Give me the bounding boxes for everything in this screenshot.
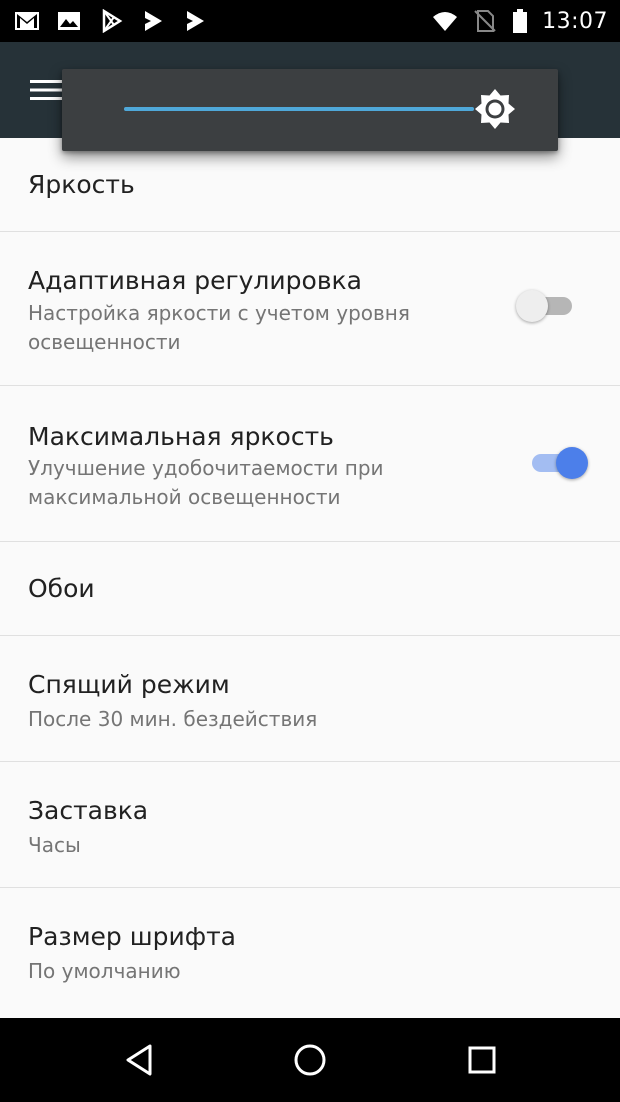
list-item-screensaver[interactable]: Заставка Часы	[0, 762, 620, 888]
recents-icon[interactable]	[462, 1040, 502, 1080]
font-size-subtitle: По умолчанию	[28, 959, 181, 983]
brightness-icon[interactable]	[474, 88, 516, 130]
list-item-sleep[interactable]: Спящий режим После 30 мин. бездействия	[0, 636, 620, 762]
sleep-subtitle: После 30 мин. бездействия	[28, 707, 318, 731]
list-item-max-brightness[interactable]: Максимальная яркость Улучшение удобочита…	[0, 386, 620, 542]
adaptive-brightness-subtitle: Настройка яркости с учетом уровня освеще…	[28, 301, 410, 354]
max-brightness-subtitle: Улучшение удобочитаемости при максимальн…	[28, 456, 384, 509]
clock: 13:07	[542, 8, 608, 34]
list-item-font-size[interactable]: Размер шрифта По умолчанию	[0, 888, 620, 1014]
brightness-title: Яркость	[28, 170, 135, 199]
wifi-icon	[432, 9, 458, 33]
play-movies-icon	[182, 9, 208, 33]
brightness-slider-fill	[124, 107, 474, 111]
system-icons: 13:07	[432, 9, 608, 34]
status-bar: 13:07	[0, 0, 620, 42]
play-movies-icon	[140, 9, 166, 33]
screensaver-subtitle: Часы	[28, 833, 81, 857]
list-item-adaptive-brightness[interactable]: Адаптивная регулировка Настройка яркости…	[0, 232, 620, 386]
adaptive-brightness-toggle[interactable]	[516, 285, 578, 325]
max-brightness-title: Максимальная яркость	[28, 422, 334, 451]
list-item-wallpaper[interactable]: Обои	[0, 542, 620, 636]
no-sim-icon	[472, 9, 498, 33]
navigation-bar	[0, 1018, 620, 1102]
gmail-icon	[14, 9, 40, 33]
play-store-icon	[98, 9, 124, 33]
toggle-thumb	[516, 290, 548, 322]
brightness-dialog	[62, 69, 558, 151]
screensaver-title: Заставка	[28, 796, 149, 825]
gallery-icon	[56, 9, 82, 33]
font-size-title: Размер шрифта	[28, 922, 236, 951]
back-icon[interactable]	[120, 1040, 160, 1080]
battery-icon	[512, 9, 528, 33]
home-icon[interactable]	[290, 1040, 330, 1080]
brightness-slider[interactable]	[124, 107, 474, 111]
display-settings-list: Яркость Адаптивная регулировка Настройка…	[0, 138, 620, 1014]
wallpaper-title: Обои	[28, 574, 95, 603]
max-brightness-toggle[interactable]	[526, 442, 588, 482]
hamburger-menu-icon[interactable]	[30, 78, 62, 102]
toggle-thumb	[556, 447, 588, 479]
sleep-title: Спящий режим	[28, 670, 230, 699]
notification-icons	[14, 9, 432, 33]
list-item-brightness[interactable]: Яркость	[0, 138, 620, 232]
adaptive-brightness-title: Адаптивная регулировка	[28, 266, 362, 295]
